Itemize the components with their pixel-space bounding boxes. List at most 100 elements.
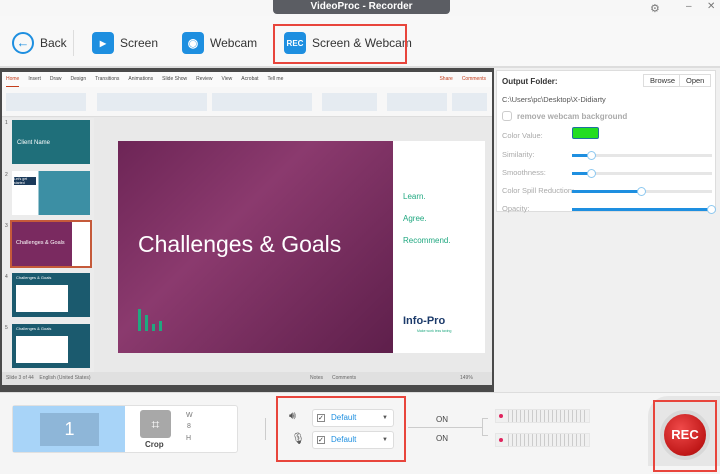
slider-track[interactable] bbox=[572, 169, 712, 178]
ribbon-tab: Insert bbox=[28, 76, 41, 82]
language: English (United States) bbox=[39, 375, 91, 381]
slider-handle[interactable] bbox=[586, 169, 596, 178]
slide-bullet: Learn. bbox=[403, 192, 426, 201]
thumb-number: 5 bbox=[5, 325, 8, 331]
slider-fill bbox=[572, 208, 712, 211]
slide-bullet: Agree. bbox=[403, 214, 427, 223]
slider-track[interactable] bbox=[572, 205, 716, 214]
color-value-label: Color Value: bbox=[502, 131, 543, 140]
minimize-button[interactable]: – bbox=[686, 1, 692, 12]
slide-thumbnail: Let's get started bbox=[12, 171, 90, 215]
output-path: C:\Users\pc\Desktop\X-Didiarty bbox=[502, 95, 606, 104]
slider-handle[interactable] bbox=[586, 151, 596, 160]
slider-label: Similarity: bbox=[502, 150, 535, 159]
connector-line bbox=[408, 427, 482, 428]
slide-count: Slide 3 of 44 bbox=[6, 375, 34, 381]
slider-handle[interactable] bbox=[707, 205, 716, 214]
speaker-state: ON bbox=[436, 415, 448, 424]
rec-highlight bbox=[653, 400, 717, 472]
settings-panel: Output Folder: Browse Open C:\Users\pc\D… bbox=[494, 68, 720, 392]
mic-state: ON bbox=[436, 434, 448, 443]
height-label: H bbox=[186, 435, 192, 442]
screen-number[interactable]: 1 bbox=[40, 413, 99, 446]
webcam-label: Webcam bbox=[210, 36, 258, 50]
gear-icon[interactable]: ⚙ bbox=[650, 2, 660, 15]
ribbon-tab: Transitions bbox=[95, 76, 120, 82]
crop-label: Crop bbox=[145, 440, 164, 449]
link-icon[interactable]: 8 bbox=[187, 423, 191, 430]
thumb-number: 1 bbox=[5, 120, 8, 126]
current-slide: Challenges & Goals Learn. Agree. Recomme… bbox=[118, 141, 485, 353]
color-swatch[interactable] bbox=[572, 127, 599, 139]
selected-mode-highlight bbox=[273, 24, 407, 64]
thumb-text: Challenges & Goals bbox=[16, 275, 52, 280]
connector-bracket bbox=[482, 418, 488, 436]
slide-sidebar: Learn. Agree. Recommend. Info-Pro Make w… bbox=[393, 141, 485, 353]
slide-title: Challenges & Goals bbox=[138, 231, 342, 257]
info-pro-logo: Info-Pro bbox=[403, 315, 446, 327]
thumb-text: Challenges & Goals bbox=[16, 326, 52, 331]
slider-handle[interactable] bbox=[637, 187, 646, 196]
zoom-level: 149% bbox=[460, 375, 473, 381]
webcam-settings: Output Folder: Browse Open C:\Users\pc\D… bbox=[496, 70, 716, 214]
screen-mode-button[interactable]: ▶ Screen bbox=[92, 26, 158, 60]
thumb-number: 3 bbox=[5, 223, 8, 229]
slider-label: Opacity: bbox=[502, 204, 530, 213]
slider-track[interactable] bbox=[572, 187, 712, 196]
slider-label: Color Spill Reduction: bbox=[502, 186, 575, 195]
slide-thumbnail-selected: Challenges & Goals bbox=[10, 220, 92, 268]
ribbon-tab: Design bbox=[70, 76, 87, 82]
window-title: VideoProc - Recorder bbox=[273, 0, 450, 14]
remove-bg-label: remove webcam background bbox=[517, 112, 628, 121]
ribbon-tab: Tell me bbox=[267, 76, 284, 82]
thumb-number: 4 bbox=[5, 274, 8, 280]
slide-thumbnail: Client Name bbox=[12, 120, 90, 164]
thumb-text: Challenges & Goals bbox=[16, 240, 65, 246]
ribbon-tab: Draw bbox=[49, 76, 62, 82]
slide-thumbnail: Challenges & Goals bbox=[12, 324, 90, 368]
slider-label: Smoothness: bbox=[502, 168, 546, 177]
thumb-text: Let's get started bbox=[14, 177, 36, 185]
bars-logo-icon bbox=[138, 309, 162, 331]
remove-bg-checkbox[interactable] bbox=[502, 111, 512, 121]
ribbon-tab: Animations bbox=[128, 76, 154, 82]
output-folder-label: Output Folder: bbox=[502, 77, 558, 86]
notes-label: Notes bbox=[310, 375, 324, 381]
ribbon-tab: View bbox=[221, 76, 233, 82]
thumb-text: Client Name bbox=[17, 140, 51, 146]
slide-thumbnail: Challenges & Goals bbox=[12, 273, 90, 317]
powerpoint-preview: Home Insert Draw Design Transitions Anim… bbox=[2, 72, 492, 385]
back-arrow-icon: ← bbox=[12, 32, 34, 54]
comments-status: Comments bbox=[332, 375, 357, 381]
monitor-icon: ▶ bbox=[92, 32, 114, 54]
ribbon bbox=[2, 87, 492, 117]
close-button[interactable]: ✕ bbox=[707, 1, 715, 12]
divider bbox=[73, 30, 74, 56]
crop-icon[interactable]: ⌗ bbox=[140, 410, 171, 438]
back-button[interactable]: ← Back bbox=[12, 26, 67, 60]
webcam-mode-button[interactable]: ◉ Webcam bbox=[182, 26, 257, 60]
audio-highlight bbox=[276, 396, 406, 462]
width-label: W bbox=[186, 412, 193, 419]
thumb-number: 2 bbox=[5, 172, 8, 178]
webcam-icon: ◉ bbox=[182, 32, 204, 54]
slide-bullet: Recommend. bbox=[403, 236, 451, 245]
comments-label: Comments bbox=[461, 76, 486, 82]
ribbon-tabs: Home Insert Draw Design Transitions Anim… bbox=[2, 72, 492, 87]
slider-track[interactable] bbox=[572, 151, 712, 160]
browse-button[interactable]: Browse bbox=[643, 74, 683, 87]
divider bbox=[265, 418, 266, 440]
logo-tagline: Make work less taxing bbox=[417, 329, 452, 333]
slide-thumbnails: 1 Client Name 2 Let's get started 3 Chal… bbox=[2, 118, 94, 372]
open-button[interactable]: Open bbox=[679, 74, 712, 87]
ppt-status-bar: Slide 3 of 44 English (United States) No… bbox=[2, 372, 492, 385]
share-label: Share bbox=[439, 76, 453, 82]
ribbon-tab: Home bbox=[6, 72, 20, 87]
ribbon-tab: Review bbox=[196, 76, 213, 82]
ribbon-tab: Acrobat bbox=[241, 76, 259, 82]
back-label: Back bbox=[40, 36, 67, 50]
ribbon-tab: Slide Show bbox=[162, 76, 188, 82]
speaker-level-meter bbox=[495, 409, 590, 423]
mic-level-meter bbox=[495, 433, 590, 447]
screen-label: Screen bbox=[120, 36, 159, 50]
